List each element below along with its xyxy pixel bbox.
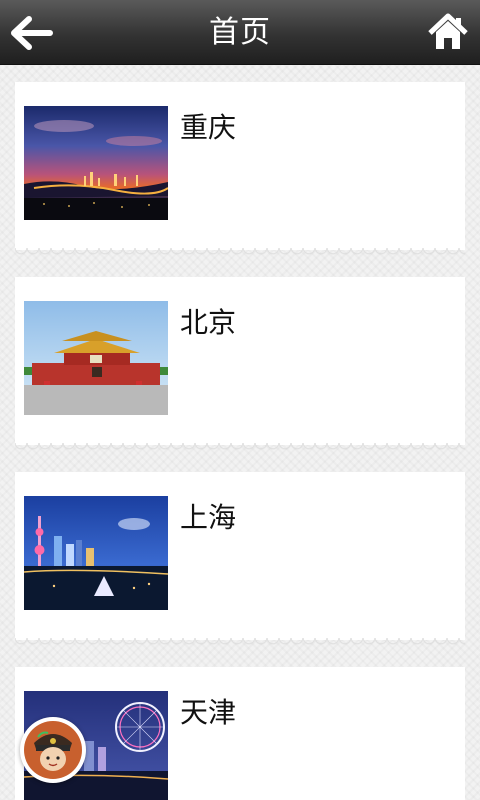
page-title: 首页 bbox=[209, 15, 271, 50]
city-card[interactable]: 北京 bbox=[15, 277, 465, 451]
city-name: 重庆 bbox=[180, 111, 237, 144]
top-bar: 首页 bbox=[0, 0, 480, 65]
city-card[interactable]: 重庆 bbox=[15, 82, 465, 256]
police-mascot-button[interactable] bbox=[20, 717, 86, 783]
city-thumbnail bbox=[24, 496, 168, 610]
city-thumbnail bbox=[24, 106, 168, 220]
city-name: 天津 bbox=[180, 696, 237, 729]
home-icon bbox=[428, 13, 468, 49]
home-button[interactable] bbox=[428, 12, 468, 52]
city-thumbnail bbox=[24, 301, 168, 415]
police-mascot-avatar-icon bbox=[24, 721, 82, 779]
city-name: 北京 bbox=[180, 306, 237, 339]
city-card[interactable]: 上海 bbox=[15, 472, 465, 646]
city-name: 上海 bbox=[180, 501, 237, 534]
